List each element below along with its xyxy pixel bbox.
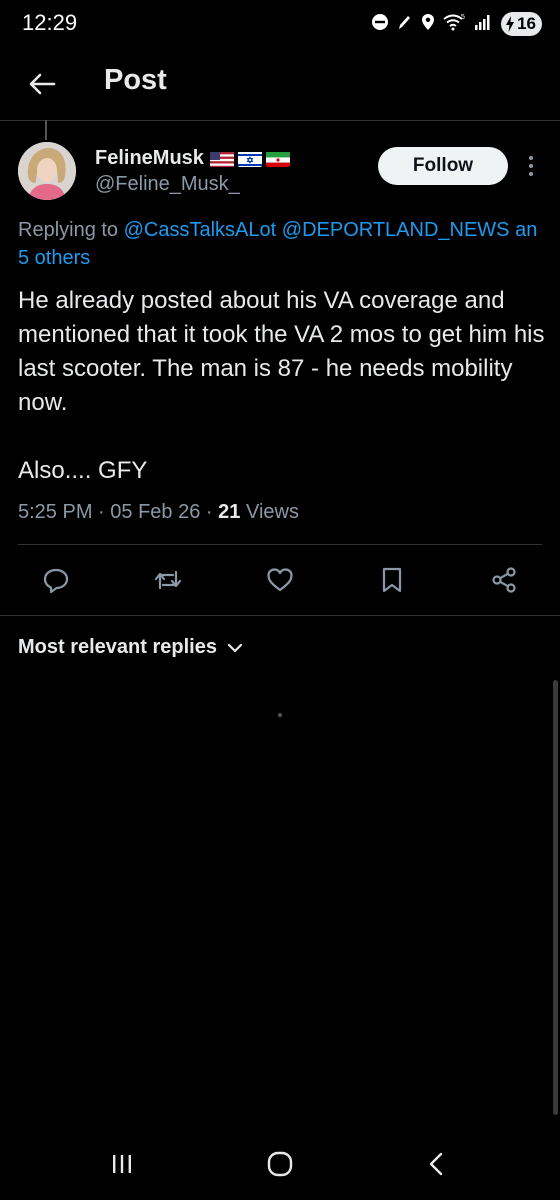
author-name[interactable]: FelineMusk [95,147,290,170]
back-arrow-icon [29,73,56,95]
post-text: He already posted about his VA coverage … [18,284,548,488]
reply-mention-link[interactable]: @CassTalksALot [124,219,277,241]
replies-sort-dropdown[interactable]: Most relevant replies [18,636,243,659]
actions-divider [0,615,560,616]
reply-mention-link[interactable]: @DEPORTLAND_NEWS [282,219,510,241]
replying-others-link[interactable]: 5 others [18,244,90,272]
recent-apps-button[interactable] [92,1142,152,1186]
meta-separator: · [205,501,213,523]
wifi-icon: 5 [443,13,465,36]
like-button[interactable] [260,560,300,600]
page-title: Post [104,64,167,96]
back-chevron-icon [429,1152,443,1176]
author-handle[interactable]: @Feline_Musk_ [95,173,240,196]
back-nav-button[interactable] [406,1142,466,1186]
follow-button[interactable]: Follow [378,147,508,185]
chevron-down-icon [227,643,243,652]
status-time: 12:29 [22,10,78,35]
author-name-text: FelineMusk [95,147,204,169]
navigation-bar [0,1130,560,1200]
more-dot [529,164,533,168]
battery-level: 16 [517,14,536,33]
meta-separator: · [98,501,105,523]
scrollbar[interactable] [553,680,558,1115]
loading-indicator [278,713,282,717]
views-count[interactable]: 21 [218,501,240,523]
post-time: 5:25 PM [18,501,93,523]
reply-button[interactable] [36,560,76,600]
share-button[interactable] [484,560,524,600]
status-bar: 12:29 5 16 [0,0,560,48]
header-divider [0,120,560,121]
replies-sort-label: Most relevant replies [18,636,217,658]
home-icon [267,1151,293,1177]
share-icon [492,567,516,593]
back-button[interactable] [22,64,62,104]
svg-text:5: 5 [461,14,465,21]
us-flag-icon [209,151,234,167]
post-paragraph: He already posted about his VA coverage … [18,287,545,416]
like-icon [267,568,293,592]
iran-flag-icon [265,151,290,167]
home-button[interactable] [250,1142,310,1186]
more-dot [529,172,533,176]
action-bar [0,560,560,600]
repost-button[interactable] [148,560,188,600]
header: Post [0,48,560,120]
pen-icon [397,13,413,36]
do-not-disturb-icon [371,13,389,36]
avatar[interactable] [18,142,76,200]
post-paragraph: Also.... GFY [18,457,148,484]
reply-mention-overflow[interactable]: an [515,219,537,241]
recent-apps-icon [113,1155,131,1173]
replying-prefix: Replying to [18,219,124,241]
bookmark-icon [382,567,402,593]
more-options-button[interactable] [522,152,540,180]
status-icons: 5 16 [371,12,542,36]
more-dot [529,156,533,160]
battery-charging-icon: 16 [501,12,542,36]
reply-icon [43,568,69,594]
post-meta: 5:25 PM · 05 Feb 26 · 21 Views [18,501,299,524]
flags [209,151,290,167]
location-icon [421,13,435,36]
signal-icon [473,13,493,36]
replying-to: Replying to @CassTalksALot @DEPORTLAND_N… [18,216,560,244]
meta-divider [18,544,542,545]
thread-line [45,120,47,140]
israel-flag-icon [237,151,262,167]
bookmark-button[interactable] [372,560,412,600]
views-label[interactable]: Views [246,501,299,523]
post-date: 05 Feb 26 [110,501,201,523]
repost-icon [154,570,182,590]
